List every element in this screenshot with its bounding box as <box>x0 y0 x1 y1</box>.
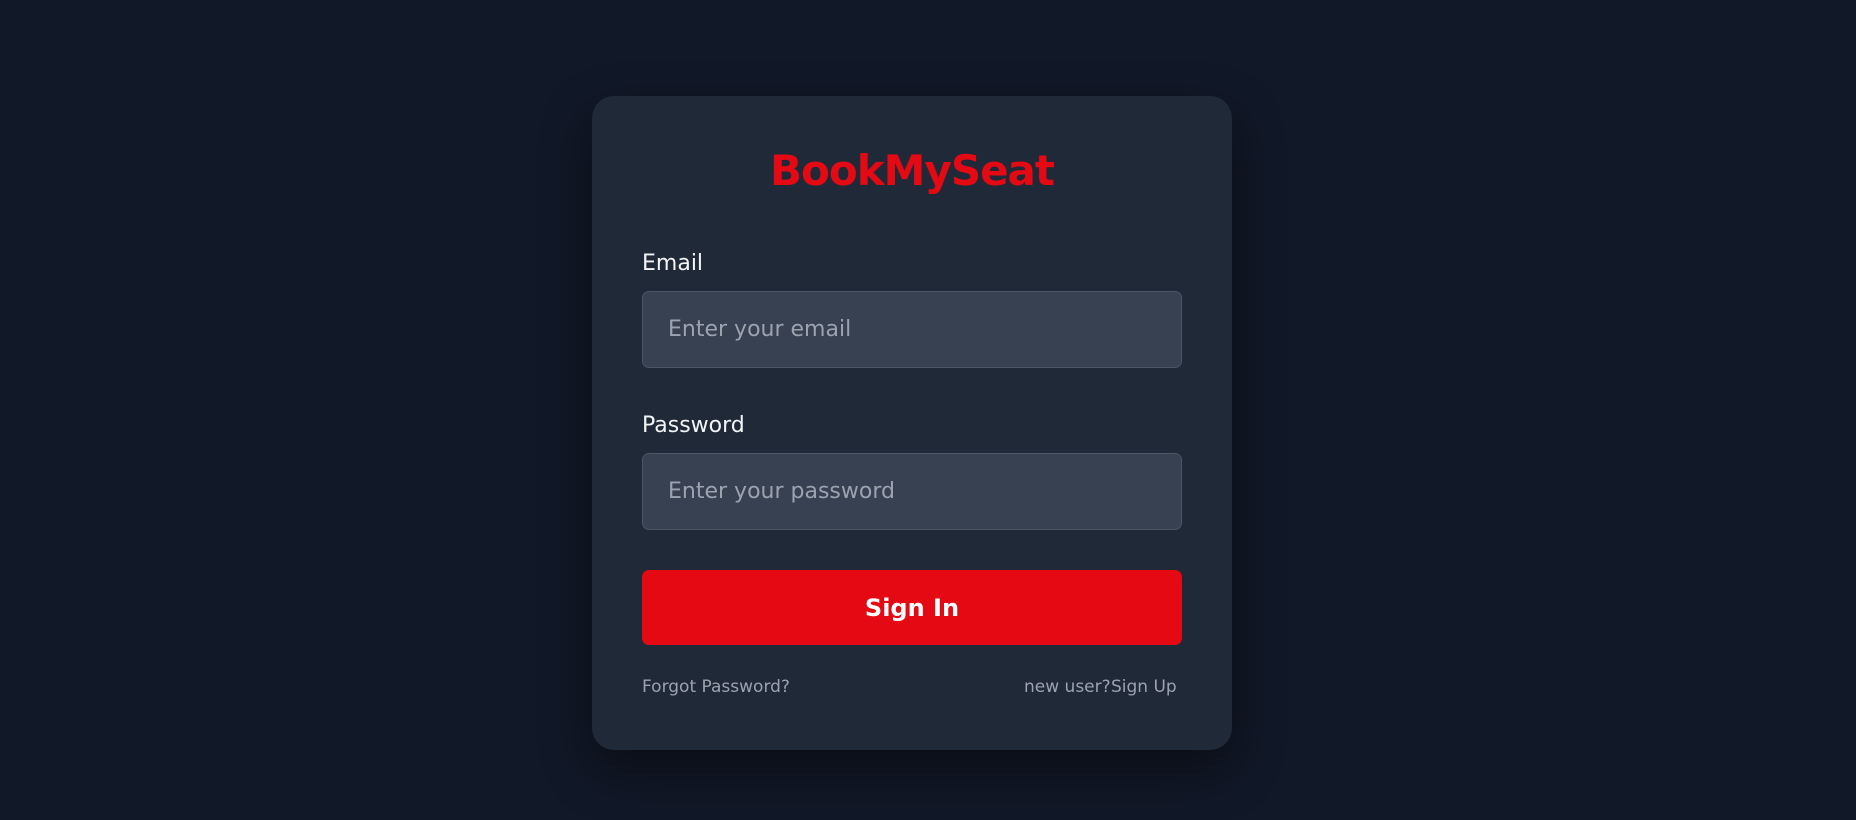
email-label: Email <box>642 251 704 276</box>
password-label: Password <box>642 413 745 438</box>
brand-logo: BookMySeat <box>770 146 1055 195</box>
email-input[interactable] <box>642 291 1182 368</box>
sign-up-link[interactable]: Sign Up <box>1111 679 1177 696</box>
sign-in-button[interactable]: Sign In <box>642 570 1182 645</box>
new-user-text: new user? <box>1024 677 1111 697</box>
login-card: BookMySeat Email Password Sign In Forgot… <box>592 96 1232 750</box>
password-input[interactable] <box>642 453 1182 530</box>
forgot-password-link[interactable]: Forgot Password? <box>642 679 790 696</box>
